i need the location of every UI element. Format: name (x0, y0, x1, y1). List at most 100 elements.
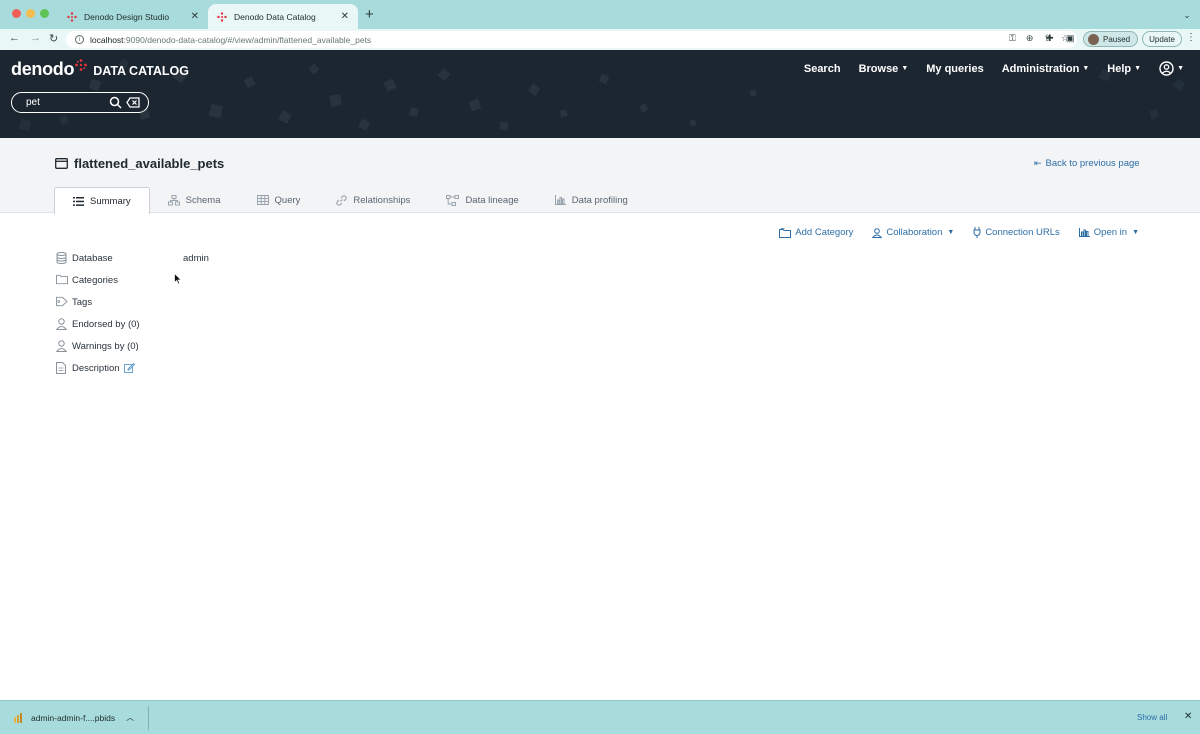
browser-menu-icon[interactable]: ⋮ (1186, 32, 1196, 43)
url-host: localhost (90, 34, 124, 45)
bar-chart-icon (554, 195, 566, 205)
user-icon (56, 340, 68, 352)
lineage-icon (446, 194, 460, 206)
download-item[interactable]: admin-admin-f....pbids ︿ (13, 712, 134, 723)
caret-down-icon: ▼ (1082, 65, 1090, 72)
tab-search-chevron-icon[interactable]: ⌄ (1178, 7, 1196, 23)
close-window-button[interactable] (12, 9, 21, 18)
clear-search-icon[interactable] (126, 96, 141, 109)
folder-icon (56, 274, 68, 286)
address-bar[interactable]: i localhost:9090/denodo-data-catalog/#/v… (66, 31, 1077, 48)
property-label: Description (72, 362, 120, 374)
collaboration-dropdown[interactable]: Collaboration ▼ (872, 227, 954, 238)
browser-toolbar: ← → ↻ i localhost:9090/denodo-data-catal… (0, 29, 1200, 50)
add-category-button[interactable]: Add Category (779, 227, 853, 238)
bar-chart-icon (1078, 228, 1090, 237)
open-in-label: Open in (1093, 227, 1128, 238)
browser-tab-data-catalog[interactable]: Denodo Data Catalog ✕ (208, 4, 358, 29)
back-link-label: Back to previous page (1045, 158, 1140, 169)
user-circle-icon (1159, 61, 1174, 76)
caret-down-icon: ▼ (1134, 65, 1142, 72)
nav-administration[interactable]: Administration ▼ (1002, 63, 1090, 75)
plug-icon (973, 227, 981, 238)
denodo-logo[interactable]: denodo DATA CATALOG (11, 59, 189, 80)
view-title: flattened_available_pets (55, 156, 224, 171)
database-icon (56, 252, 68, 264)
tab-summary[interactable]: Summary (54, 187, 150, 214)
open-in-dropdown[interactable]: Open in ▼ (1078, 227, 1139, 238)
close-tab-icon[interactable]: ✕ (341, 11, 349, 22)
back-arrow-icon[interactable]: ← (9, 32, 20, 44)
top-navigation: Search Browse ▼ My queries Administration… (786, 61, 1184, 76)
minimize-window-button[interactable] (26, 9, 35, 18)
tab-label: Query (274, 194, 301, 206)
property-label: Categories (72, 274, 118, 286)
logo-dots-icon (75, 59, 88, 71)
zoom-icon[interactable]: ⊕ (1026, 33, 1034, 44)
chevron-up-icon[interactable]: ︿ (126, 712, 134, 723)
user-icon (56, 318, 68, 330)
close-downloads-icon[interactable]: ✕ (1184, 711, 1192, 722)
nav-search[interactable]: Search (804, 63, 841, 75)
nav-label: Administration (1001, 62, 1080, 75)
tab-relationships[interactable]: Relationships (318, 187, 428, 213)
logo-product-name: DATA CATALOG (93, 64, 190, 78)
reload-icon[interactable]: ↻ (49, 32, 58, 45)
nav-my-queries[interactable]: My queries (926, 63, 983, 75)
add-category-label: Add Category (795, 227, 854, 238)
denodo-favicon-icon (217, 11, 227, 22)
connection-urls-button[interactable]: Connection URLs (973, 227, 1060, 238)
tab-label: Summary (90, 195, 131, 207)
profile-avatar (1088, 33, 1099, 45)
update-button[interactable]: Update (1142, 31, 1182, 47)
mouse-cursor-icon (174, 273, 182, 285)
nav-help[interactable]: Help ▼ (1107, 63, 1141, 75)
downloads-bar: admin-admin-f....pbids ︿ Show all ✕ (0, 700, 1200, 734)
property-label: Warnings by (0) (72, 340, 139, 352)
caret-down-icon: ▼ (901, 65, 909, 72)
tab-data-profiling[interactable]: Data profiling (537, 187, 646, 213)
browser-tab-design-studio[interactable]: Denodo Design Studio ✕ (58, 4, 208, 29)
document-icon (56, 362, 68, 374)
view-actions: Add Category Collaboration ▼ Connection … (760, 227, 1139, 238)
caret-down-icon: ▼ (1177, 65, 1184, 72)
search-icon[interactable] (109, 96, 122, 109)
back-skip-icon: ⇤ (1034, 158, 1042, 168)
show-all-downloads-link[interactable]: Show all (1137, 713, 1167, 722)
tab-schema[interactable]: Schema (150, 187, 239, 213)
list-icon (73, 196, 84, 206)
view-window-icon (55, 158, 68, 169)
forward-arrow-icon[interactable]: → (30, 32, 41, 44)
app-header: denodo DATA CATALOG Search Browse▼ My qu… (0, 50, 1200, 138)
maximize-window-button[interactable] (40, 9, 49, 18)
summary-properties: Database admin Categories Tags Endorsed … (56, 247, 209, 379)
extensions-puzzle-icon[interactable]: ✚ (1046, 33, 1054, 44)
tab-label: Schema (185, 194, 221, 206)
nav-user-menu[interactable]: ▼ (1159, 61, 1184, 76)
close-tab-icon[interactable]: ✕ (191, 11, 199, 22)
tab-data-lineage[interactable]: Data lineage (428, 187, 536, 213)
view-subheader: flattened_available_pets ⇤ Back to previ… (0, 138, 1200, 214)
profile-button[interactable]: Paused (1083, 31, 1138, 47)
property-description: Description (56, 357, 209, 379)
tab-label: Data lineage (465, 194, 519, 206)
property-database: Database admin (56, 247, 209, 269)
tab-query[interactable]: Query (239, 187, 319, 213)
edit-description-icon[interactable] (123, 363, 135, 373)
header-search-input[interactable] (26, 97, 108, 108)
caret-down-icon: ▼ (1132, 229, 1139, 236)
collaboration-label: Collaboration (886, 227, 943, 238)
power-bi-file-icon (14, 712, 22, 723)
tab-label: Data profiling (571, 194, 628, 206)
key-icon[interactable]: ⚿ (1009, 33, 1016, 44)
caret-down-icon: ▼ (947, 229, 955, 236)
new-tab-plus-icon[interactable]: + (365, 6, 374, 23)
view-title-text: flattened_available_pets (74, 156, 225, 171)
nav-label: My queries (926, 62, 984, 75)
nav-browse[interactable]: Browse ▼ (859, 63, 909, 75)
property-label: Tags (72, 296, 93, 308)
site-info-icon[interactable]: i (75, 35, 84, 44)
side-panel-icon[interactable]: ▣ (1066, 33, 1075, 44)
back-to-previous-page-link[interactable]: ⇤ Back to previous page (1034, 158, 1140, 169)
property-label: Database (72, 252, 113, 264)
